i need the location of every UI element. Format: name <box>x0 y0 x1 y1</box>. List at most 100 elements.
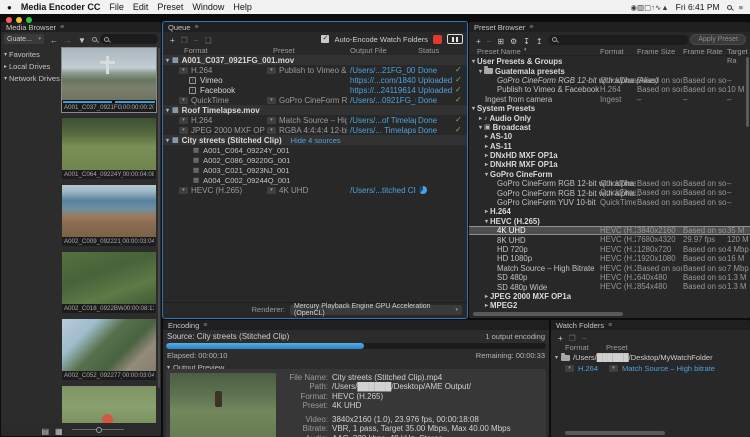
output-file-link[interactable]: /Users/...0921FG_001.mov <box>350 96 416 105</box>
renderer-dropdown[interactable]: Mercury Playback Engine GPU Acceleration… <box>290 305 462 315</box>
panel-menu-icon[interactable]: ≡ <box>608 322 612 329</box>
format-dropdown-icon[interactable]: ▾ <box>179 187 188 194</box>
delete-preset-icon[interactable]: − <box>484 37 495 46</box>
export-preset-icon[interactable]: ↥ <box>533 37 546 46</box>
watch-folders-scrollbar[interactable] <box>565 431 665 435</box>
format-dropdown-icon[interactable]: ▾ <box>179 67 188 74</box>
preset-row[interactable]: GoPro CineForm RGB 12-bit with alpha (Al… <box>469 76 750 85</box>
output-preset[interactable]: 4K UHD <box>279 186 347 195</box>
encoding-tab[interactable]: Encoding <box>168 321 199 330</box>
preset-row[interactable]: SD 480pHEVC (H.265)640x480Based on sourc… <box>469 273 750 282</box>
chevron-down-icon[interactable]: ▾ <box>555 354 558 361</box>
preset-row[interactable]: ▸DNxHD MXF OP1a <box>469 151 750 160</box>
format-dropdown-icon[interactable]: ▾ <box>179 97 188 104</box>
output-preset[interactable]: GoPro CineForm RGB 12... <box>279 96 347 105</box>
media-scrollbar[interactable] <box>158 48 160 388</box>
preset-row[interactable]: Ingest from cameraIngest––– <box>469 95 750 104</box>
back-icon[interactable]: ← <box>47 36 61 45</box>
output-format[interactable]: H.264 <box>191 66 265 75</box>
output-format[interactable]: HEVC (H.265) <box>191 186 265 195</box>
queue-row-subsource[interactable]: ▦A003_C021_0923NJ_001 <box>163 165 467 175</box>
chevron-right-icon[interactable]: ▸ <box>485 152 488 159</box>
queue-row-source[interactable]: ▾▦City streets (Stitched Clip)Hide 4 sou… <box>163 135 467 145</box>
preset-row[interactable]: GoPro CineForm RGB 12-bit with alphaQuic… <box>469 179 750 188</box>
copy-icon[interactable]: ❏ <box>202 36 215 45</box>
thumbnail-size-slider[interactable] <box>72 426 124 434</box>
preset-row[interactable]: ▾HEVC (H.265) <box>469 217 750 226</box>
chevron-down-icon[interactable]: ▾ <box>485 171 488 178</box>
apply-preset-button[interactable]: Apply Preset <box>690 34 746 45</box>
media-search-input[interactable] <box>100 34 158 44</box>
chevron-down-icon[interactable]: ▾ <box>166 57 169 64</box>
preset-row[interactable]: GoPro CineForm YUV 10-bitQuickTimeBased … <box>469 198 750 207</box>
add-folder-icon[interactable]: + <box>555 334 566 343</box>
queue-row-output[interactable]: ▾QuickTime▾GoPro CineForm RGB 12.../User… <box>163 95 467 105</box>
menu-help[interactable]: Help <box>233 2 252 12</box>
media-thumbnail[interactable]: A002_C052_092277_00:00:03:04 <box>62 319 156 380</box>
chevron-down-icon[interactable]: ▾ <box>472 58 475 65</box>
format-dropdown-icon[interactable]: ▾ <box>179 117 188 124</box>
menubar-clock[interactable]: Fri 6:41 PM <box>676 2 720 12</box>
output-file-link[interactable]: https://...24119614602283 <box>350 86 416 95</box>
chevron-down-icon[interactable]: ▾ <box>485 218 488 225</box>
media-thumbnail[interactable]: A002_C009_092221_00:00:03:04 <box>62 185 156 246</box>
queue-row-output[interactable]: ▾H.264▾Publish to Vimeo & Face.../Users/… <box>163 65 467 75</box>
chevron-right-icon[interactable]: ▸ <box>485 302 488 309</box>
preset-dropdown-icon[interactable]: ▾ <box>267 127 276 134</box>
minimize-button[interactable] <box>16 17 22 23</box>
preset-dropdown-icon[interactable]: ▾ <box>267 187 276 194</box>
queue-row-source[interactable]: ▾▦Roof Timelapse.mov <box>163 105 467 115</box>
grid-view-icon[interactable]: ▦ <box>52 427 66 436</box>
preset-row[interactable]: SD 480p WideHEVC (H.265)854x480Based on … <box>469 282 750 291</box>
hide-sources-link[interactable]: Hide 4 sources <box>291 136 341 145</box>
media-thumbnail[interactable]: A002_C018_0922BW_00:00:08:13 <box>62 252 156 313</box>
chevron-right-icon[interactable]: ▸ <box>485 143 488 150</box>
preset-row[interactable]: ▾User Presets & Groups <box>469 57 750 66</box>
eject-icon[interactable]: ▲ <box>661 3 668 12</box>
output-file-link[interactable]: /Users/...21FG_001_1.mp4 <box>350 66 416 75</box>
panel-menu-icon[interactable]: ≡ <box>529 24 533 31</box>
output-preset[interactable]: Match Source – High bitr... <box>279 116 347 125</box>
chevron-down-icon[interactable]: ▾ <box>4 51 7 58</box>
output-file-link[interactable]: /Users/...of Timelapse.mp4 <box>350 116 416 125</box>
output-file-link[interactable]: /Users/...titched Clip).mp4 <box>350 186 416 195</box>
sidebar-item-favorites[interactable]: ▾Favorites <box>1 48 61 60</box>
preset-dropdown-icon[interactable]: ▾ <box>609 365 618 372</box>
column-header-preset-name[interactable]: Preset Name <box>477 47 521 56</box>
menu-file[interactable]: File <box>109 2 124 12</box>
preset-row[interactable]: ▾GoPro CineForm <box>469 170 750 179</box>
media-thumbnail[interactable]: A001_C064_09224Y_00:00:04:08 <box>62 118 156 179</box>
preset-row[interactable]: 4K UHDHEVC (H.265)3840x2160Based on sour… <box>469 226 750 235</box>
format-dropdown-icon[interactable]: ▾ <box>179 127 188 134</box>
slider-knob[interactable] <box>96 427 102 433</box>
queue-row-share[interactable]: ↑Vimeohttps://...com/184066142Uploaded✓ <box>163 75 467 85</box>
stop-button[interactable] <box>433 35 442 44</box>
chevron-right-icon[interactable]: ▸ <box>485 133 488 140</box>
output-format[interactable]: JPEG 2000 MXF OP1a <box>191 126 265 135</box>
spotlight-icon[interactable] <box>727 5 732 10</box>
queue-row-output[interactable]: ▾H.264▾Match Source – High bitr.../Users… <box>163 115 467 125</box>
notification-center-icon[interactable]: ≡ <box>739 3 743 12</box>
remove-icon[interactable]: − <box>579 334 590 343</box>
preset-row[interactable]: Publish to Vimeo & FacebookH.264Based on… <box>469 85 750 94</box>
chevron-down-icon[interactable]: ▾ <box>479 68 482 75</box>
preset-row[interactable]: HD 1080pHEVC (H.265)1920x1080Based on so… <box>469 254 750 263</box>
chevron-right-icon[interactable]: ▸ <box>485 161 488 168</box>
queue-row-output[interactable]: ▾HEVC (H.265)▾4K UHD/Users/...titched Cl… <box>163 185 467 195</box>
menu-preset[interactable]: Preset <box>157 2 183 12</box>
auto-encode-checkbox[interactable]: ✓ <box>321 35 329 43</box>
output-format[interactable]: H.264 <box>191 116 265 125</box>
app-menu-title[interactable]: Media Encoder CC <box>21 2 101 12</box>
chevron-right-icon[interactable]: ▸ <box>485 293 488 300</box>
new-group-icon[interactable]: ⊞ <box>494 37 507 46</box>
import-preset-icon[interactable]: ↧ <box>520 37 533 46</box>
queue-row-subsource[interactable]: ▦A004_C002_09244Q_001 <box>163 175 467 185</box>
output-preset[interactable]: RGBA 4:4:4:4 12-bit (BC... <box>279 126 347 135</box>
queue-row-subsource[interactable]: ▦A002_C086_09220G_001 <box>163 155 467 165</box>
filter-icon[interactable]: ▼ <box>75 36 89 45</box>
preset-row[interactable]: ▾Guatemala presets <box>469 66 750 75</box>
sidebar-item-local-drives[interactable]: ▸Local Drives <box>1 60 61 72</box>
watch-folder-format[interactable]: H.264 <box>578 364 606 373</box>
preset-row[interactable]: ▸AS-10 <box>469 132 750 141</box>
watch-folder-row[interactable]: ▾ /Users/██████/Desktop/MyWatchFolder <box>551 352 750 363</box>
